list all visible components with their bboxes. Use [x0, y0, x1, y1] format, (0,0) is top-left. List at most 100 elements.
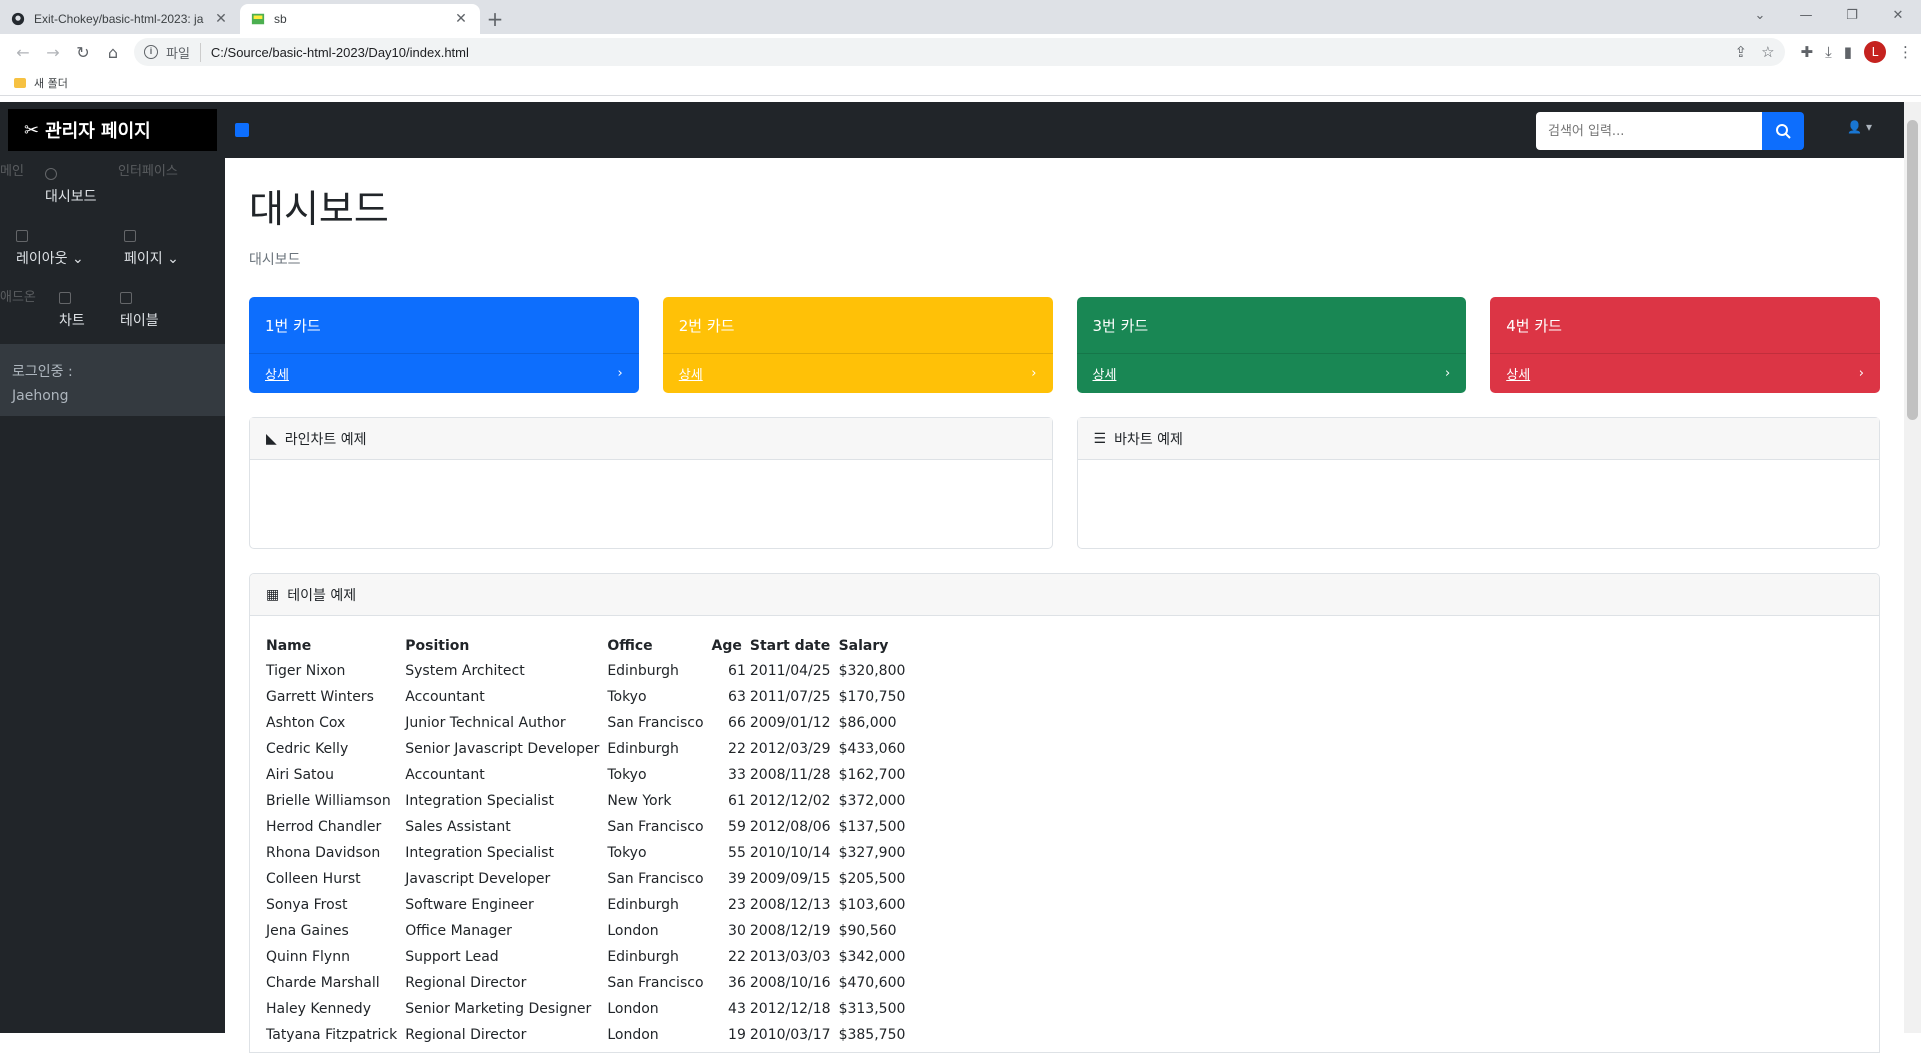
tab-title: sb [274, 12, 287, 26]
table-cell: Regional Director [405, 975, 527, 991]
table-row: Charde Marshall Regional Director San Fran… [266, 970, 913, 996]
table-cell: $137,500 [838, 819, 906, 835]
card-detail-link[interactable]: 상세 [265, 364, 289, 383]
table-cell: Charde Marshall [266, 975, 380, 991]
back-icon[interactable]: ← [8, 37, 38, 67]
restore-icon[interactable]: ❐ [1829, 8, 1875, 23]
table-cell: $162,700 [838, 767, 906, 783]
url-field[interactable]: i 파일 C:/Source/basic-html-2023/Day10/ind… [134, 38, 1785, 66]
column-header[interactable]: Start date [750, 634, 839, 658]
login-user: Jaehong [12, 388, 69, 404]
table-cell: Office Manager [405, 923, 512, 939]
chevron-right-icon: › [617, 366, 623, 381]
window-controls: ⌄ — ❐ ✕ [1737, 0, 1921, 30]
share-icon[interactable]: ⇪ [1734, 43, 1747, 61]
column-header[interactable]: Position [405, 634, 607, 658]
table-cell: 43 [728, 1001, 746, 1017]
column-header[interactable]: Salary [839, 634, 914, 658]
page-favicon-icon [250, 11, 266, 27]
table-row: Cedric Kelly Senior Javascript Developer E… [266, 736, 913, 762]
site-info-icon[interactable]: i [144, 45, 158, 59]
new-tab-icon[interactable]: + [480, 4, 510, 34]
card-title: 1번 카드 [265, 317, 321, 335]
scrollbar[interactable] [1904, 102, 1921, 1033]
browser-tab-github[interactable]: Exit-Chokey/basic-html-2023: ja ✕ [0, 4, 240, 34]
main-content: 대시보드 대시보드 1번 카드 상세 › 2번 카드 상세 › 3번 카드 상세 › … [225, 158, 1904, 1053]
browser-tab-sb[interactable]: sb ✕ [240, 4, 480, 34]
card-detail-link[interactable]: 상세 [679, 364, 703, 383]
chevron-right-icon: › [1445, 366, 1451, 381]
bookmark-folder-label[interactable]: 새 폴더 [34, 75, 68, 91]
table-row: Sonya Frost Software Engineer Edinburgh 23 2… [266, 892, 913, 918]
table-row: Colleen Hurst Javascript Developer San Fra… [266, 866, 913, 892]
column-header[interactable]: Age [712, 634, 750, 658]
table-cell: 61 [728, 793, 746, 809]
table-row: Airi Satou Accountant Tokyo 33 2008/11/28 $16… [266, 762, 913, 788]
brand-link[interactable]: ✂ 관리자 페이지 [8, 109, 217, 151]
card-3: 3번 카드 상세 › [1076, 297, 1467, 393]
reload-icon[interactable]: ↻ [68, 37, 98, 67]
home-icon[interactable]: ⌂ [98, 37, 128, 67]
dashboard-icon [45, 168, 57, 180]
table-row: Rhona Davidson Integration Specialist Toky… [266, 840, 913, 866]
table-cell: $342,000 [838, 949, 906, 965]
minimize-icon[interactable]: — [1783, 8, 1829, 23]
forward-icon[interactable]: → [38, 37, 68, 67]
close-tab-icon[interactable]: ✕ [212, 11, 230, 27]
sidebar-item-layout[interactable]: 레이아웃 ⌄ [16, 248, 84, 268]
sidebar-heading-interface: 인터페이스 [118, 164, 178, 179]
table-cell: 59 [728, 819, 746, 835]
card-detail-link[interactable]: 상세 [1506, 364, 1530, 383]
card-1: 1번 카드 상세 › [249, 297, 639, 393]
table-row: Herrod Chandler Sales Assistant San Franci… [266, 814, 913, 840]
table-icon [120, 292, 132, 304]
table-cell: San Francisco [607, 819, 704, 835]
address-bar: ← → ↻ ⌂ i 파일 C:/Source/basic-html-2023/D… [0, 34, 1921, 70]
sidebar-toggle-icon[interactable] [235, 123, 249, 137]
extensions-icon[interactable]: ✚ [1801, 43, 1814, 61]
table-cell: $205,500 [838, 871, 906, 887]
chart-area-icon [59, 292, 71, 304]
bookmarks-bar: 새 폴더 [0, 70, 1921, 96]
search-button[interactable] [1762, 112, 1804, 150]
table-cell: 30 [728, 923, 746, 939]
download-icon[interactable]: ⤓ [1825, 43, 1832, 61]
table-cell: Integration Specialist [405, 845, 554, 861]
column-header[interactable]: Name [266, 634, 405, 658]
table-cell: London [607, 1027, 659, 1043]
column-header[interactable]: Office [607, 634, 711, 658]
table-cell: 2010/03/17 [749, 1027, 831, 1043]
table-row: Tatyana Fitzpatrick Regional Director Lond… [266, 1022, 913, 1048]
close-window-icon[interactable]: ✕ [1875, 8, 1921, 23]
chart-area-icon: ◣ [266, 430, 277, 447]
sidebar-heading-main: 메인 [0, 164, 24, 179]
profile-avatar[interactable]: L [1864, 41, 1886, 63]
card-detail-link[interactable]: 상세 [1093, 364, 1117, 383]
search-input[interactable] [1536, 112, 1762, 150]
more-menu-icon[interactable]: ⋮ [1898, 43, 1913, 61]
table-cell: 2008/12/13 [749, 897, 831, 913]
scheme-label: 파일 [166, 42, 201, 62]
table-cell: 19 [728, 1027, 746, 1043]
close-tab-icon[interactable]: ✕ [452, 11, 470, 27]
table-cell: Integration Specialist [405, 793, 554, 809]
url-text: C:/Source/basic-html-2023/Day10/index.ht… [210, 44, 469, 60]
scrollbar-thumb[interactable] [1907, 120, 1918, 420]
sidebar-item-tables[interactable]: 테이블 [120, 310, 159, 330]
sidebar-item-dashboard[interactable]: 대시보드 [45, 186, 97, 206]
user-dropdown[interactable]: 👤 ▾ [1847, 120, 1872, 134]
top-navbar: ✂ 관리자 페이지 👤 ▾ [0, 102, 1904, 158]
tab-search-icon[interactable]: ⌄ [1737, 8, 1783, 23]
table-cell: 2008/11/28 [749, 767, 831, 783]
sidebar-item-pages[interactable]: 페이지 ⌄ [124, 248, 179, 268]
bookmark-star-icon[interactable]: ☆ [1761, 43, 1774, 61]
table-cell: $470,600 [838, 975, 906, 991]
side-panel-icon[interactable]: ▮ [1844, 43, 1852, 61]
table-cell: 2009/09/15 [749, 871, 831, 887]
table-cell: 63 [728, 689, 746, 705]
table-cell: Edinburgh [607, 897, 679, 913]
panel-title: 라인차트 예제 [284, 431, 367, 448]
table-cell: 36 [728, 975, 746, 991]
chart-bar-icon: ☰ [1093, 430, 1107, 447]
sidebar-item-charts[interactable]: 차트 [59, 310, 85, 330]
